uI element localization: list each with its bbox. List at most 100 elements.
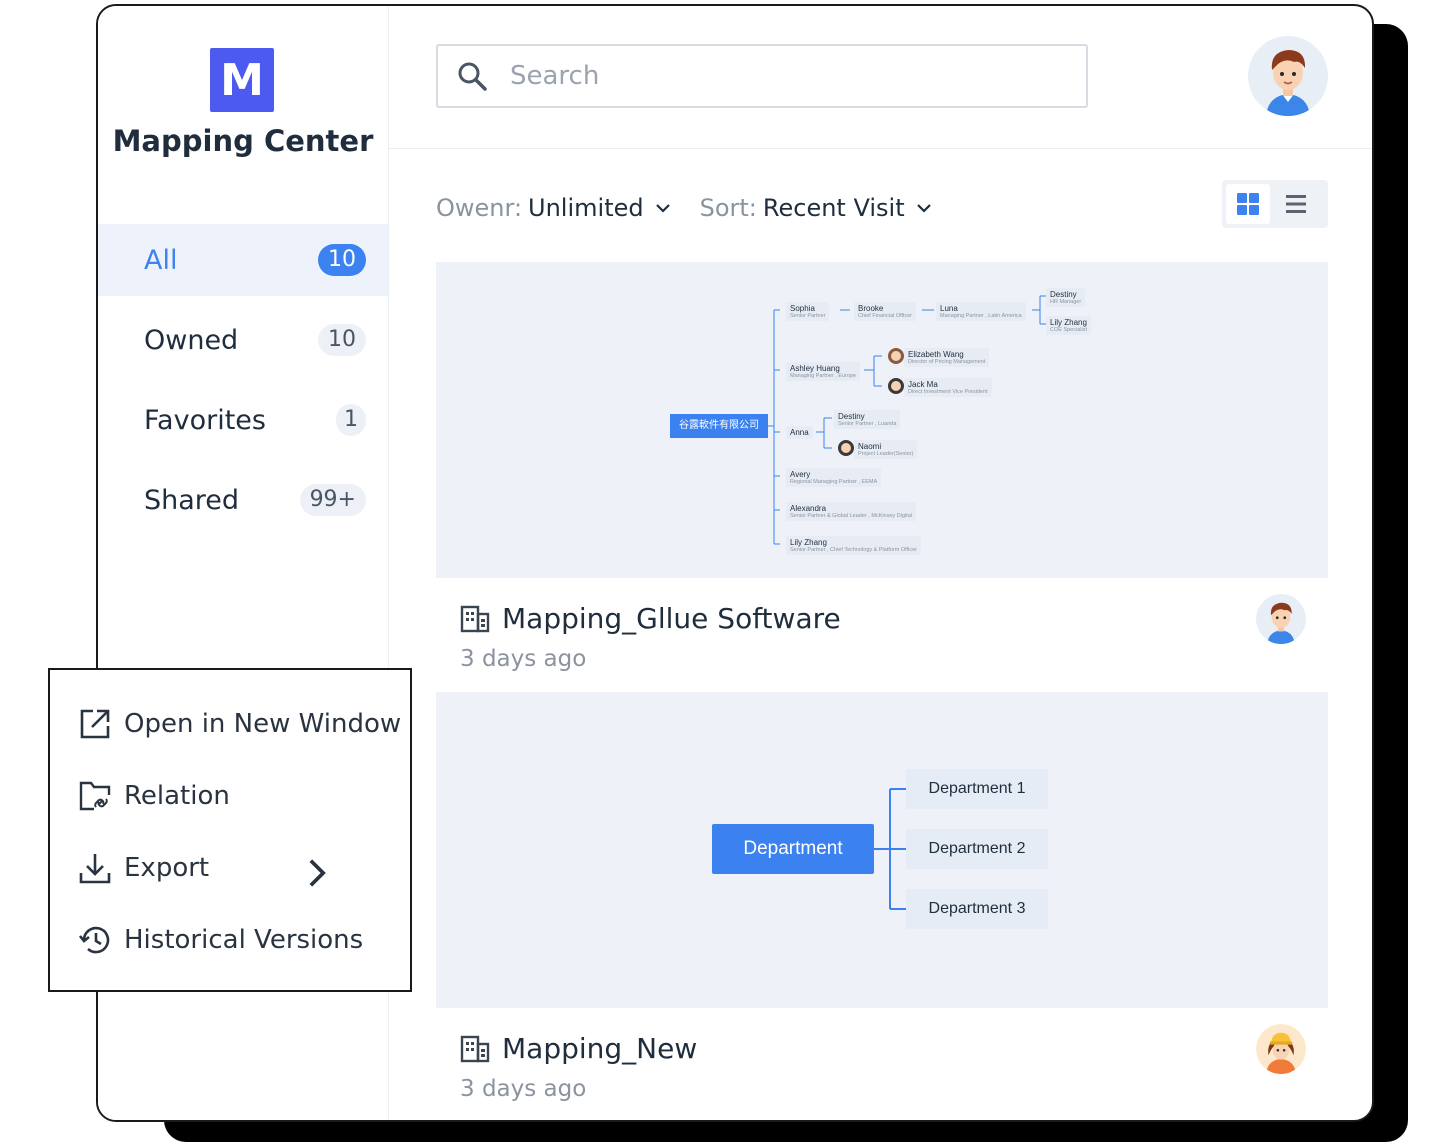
org-node-role: Chief Financial Officer xyxy=(858,313,913,319)
sidebar-item-label: Favorites xyxy=(144,404,266,436)
menu-item-relation[interactable]: Relation xyxy=(78,776,230,816)
list-icon xyxy=(1286,195,1306,213)
org-node-name: Jack Ma xyxy=(908,380,938,389)
org-node-role: Senior Partner , Luanda xyxy=(838,421,897,427)
menu-item-label: Relation xyxy=(124,781,230,811)
menu-item-historical-versions[interactable]: Historical Versions xyxy=(78,920,363,960)
owner-filter-value: Unlimited xyxy=(528,194,644,222)
dept-chart-lines xyxy=(874,788,906,910)
map-title[interactable]: Mapping_Gllue Software xyxy=(460,602,841,635)
sort-filter[interactable]: Sort: Recent Visit xyxy=(700,194,933,222)
history-icon xyxy=(78,926,110,954)
download-icon xyxy=(79,854,111,884)
count-badge: 10 xyxy=(318,324,366,356)
owner-avatar[interactable] xyxy=(1256,594,1306,644)
filter-bar: Owenr: Unlimited Sort: Recent Visit xyxy=(436,190,961,226)
org-node-name: Alexandra xyxy=(790,504,827,513)
header-divider xyxy=(388,148,1372,149)
org-node-role: COE Specialist xyxy=(1050,327,1087,333)
list-view-button[interactable] xyxy=(1274,184,1318,224)
owner-filter-label: Owenr: xyxy=(436,194,523,222)
sidebar-item-all[interactable]: All 10 xyxy=(98,224,388,296)
org-node-role: Senior Partner xyxy=(790,313,826,319)
owner-filter[interactable]: Owenr: Unlimited xyxy=(436,194,672,222)
building-icon xyxy=(460,605,490,632)
avatar-woman-icon xyxy=(1256,1024,1306,1074)
building-icon xyxy=(460,1035,490,1062)
menu-item-export[interactable]: Export xyxy=(78,848,326,888)
dept-node: Department 3 xyxy=(906,889,1048,929)
sidebar-item-label: Owned xyxy=(144,324,239,356)
sort-filter-label: Sort: xyxy=(699,194,757,222)
search-box[interactable] xyxy=(436,44,1088,108)
app-title: Mapping Center xyxy=(112,124,374,158)
sidebar-item-label: Shared xyxy=(144,484,240,516)
sidebar-item-favorites[interactable]: Favorites 1 xyxy=(98,384,388,456)
org-node-role: Direct Investment Vice President xyxy=(908,389,988,395)
org-node: Anna xyxy=(786,426,813,439)
open-external-icon xyxy=(80,709,110,739)
org-node-name: Elizabeth Wang xyxy=(908,350,964,359)
sort-filter-value: Recent Visit xyxy=(762,194,905,222)
org-node-role: Managing Partner , Europe xyxy=(790,373,857,379)
avatar-man-icon xyxy=(1248,36,1328,116)
org-node-role: Senior Partner , Chief Technology & Plat… xyxy=(790,547,917,553)
chevron-down-icon xyxy=(655,204,670,213)
map-title-text: Mapping_Gllue Software xyxy=(502,602,841,635)
org-node-name: Destiny xyxy=(1050,290,1077,299)
count-badge: 1 xyxy=(336,404,366,436)
org-node: Destiny HR Manager xyxy=(1046,288,1086,307)
org-node-role: Director of Pricing Management xyxy=(908,359,986,365)
org-node: Brooke Chief Financial Officer xyxy=(854,302,917,321)
map-title[interactable]: Mapping_New xyxy=(460,1032,697,1065)
org-node: Jack Ma Direct Investment Vice President xyxy=(904,378,992,397)
grid-icon xyxy=(1237,193,1259,215)
sidebar-item-shared[interactable]: Shared 99+ xyxy=(98,464,388,536)
org-node-name: Lily Zhang xyxy=(790,538,827,547)
search-input[interactable] xyxy=(508,60,1072,92)
org-node-name: Anna xyxy=(790,428,809,437)
avatar-icon xyxy=(888,378,904,394)
map-preview[interactable]: 谷露軟件有限公司 Sophia Senior Partner Brooke Chie… xyxy=(436,262,1328,578)
chevron-right-icon xyxy=(309,859,326,887)
menu-item-open-new-window[interactable]: Open in New Window xyxy=(78,704,401,744)
org-root-node: 谷露軟件有限公司 xyxy=(670,414,768,438)
view-toggle xyxy=(1222,180,1328,228)
org-node-name: Brooke xyxy=(858,304,884,313)
owner-avatar[interactable] xyxy=(1256,1024,1306,1074)
menu-item-label: Historical Versions xyxy=(124,925,364,955)
org-node: Sophia Senior Partner xyxy=(786,302,830,321)
map-title-text: Mapping_New xyxy=(502,1032,698,1065)
folder-link-icon xyxy=(79,781,111,811)
org-node: Ashley Huang Managing Partner , Europe xyxy=(786,362,861,381)
org-chart: 谷露軟件有限公司 Sophia Senior Partner Brooke Chie… xyxy=(436,262,1328,578)
grid-view-button[interactable] xyxy=(1226,184,1270,224)
dept-node: Department 1 xyxy=(906,769,1048,809)
org-node: Lily Zhang Senior Partner , Chief Technol… xyxy=(786,536,921,555)
map-preview[interactable]: Department Department 1 Department 2 Dep… xyxy=(436,692,1328,1008)
org-node: Luna Managing Partner , Latin America xyxy=(936,302,1026,321)
org-node-name: Destiny xyxy=(838,412,865,421)
org-node: Destiny Senior Partner , Luanda xyxy=(834,410,901,429)
count-badge: 99+ xyxy=(299,484,366,516)
menu-item-label: Open in New Window xyxy=(124,709,402,739)
app-logo: M xyxy=(210,48,274,112)
org-node-name: Sophia xyxy=(790,304,815,313)
org-node: Naomi Project Leader(Senior) xyxy=(854,440,918,459)
org-node-name: Ashley Huang xyxy=(790,364,840,373)
org-node: Avery Regional Managing Partner , EEMA xyxy=(786,468,882,487)
org-node: Alexandra Senior Partner & Global Leader … xyxy=(786,502,916,521)
chevron-down-icon xyxy=(916,204,931,213)
org-node-name: Naomi xyxy=(858,442,882,451)
user-avatar[interactable] xyxy=(1248,36,1328,116)
org-node-role: Project Leader(Senior) xyxy=(858,451,914,457)
menu-item-label: Export xyxy=(124,853,210,883)
avatar-man-icon xyxy=(1256,594,1306,644)
org-node-role: Managing Partner , Latin America xyxy=(940,313,1022,319)
search-icon xyxy=(458,62,487,91)
sidebar-item-owned[interactable]: Owned 10 xyxy=(98,304,388,376)
org-node-name: Avery xyxy=(790,470,811,479)
org-node-role: Regional Managing Partner , EEMA xyxy=(790,479,878,485)
sidebar-nav: All 10 Owned 10 Favorites 1 Shared 99+ xyxy=(98,224,388,544)
org-node-role: HR Manager xyxy=(1050,299,1082,305)
